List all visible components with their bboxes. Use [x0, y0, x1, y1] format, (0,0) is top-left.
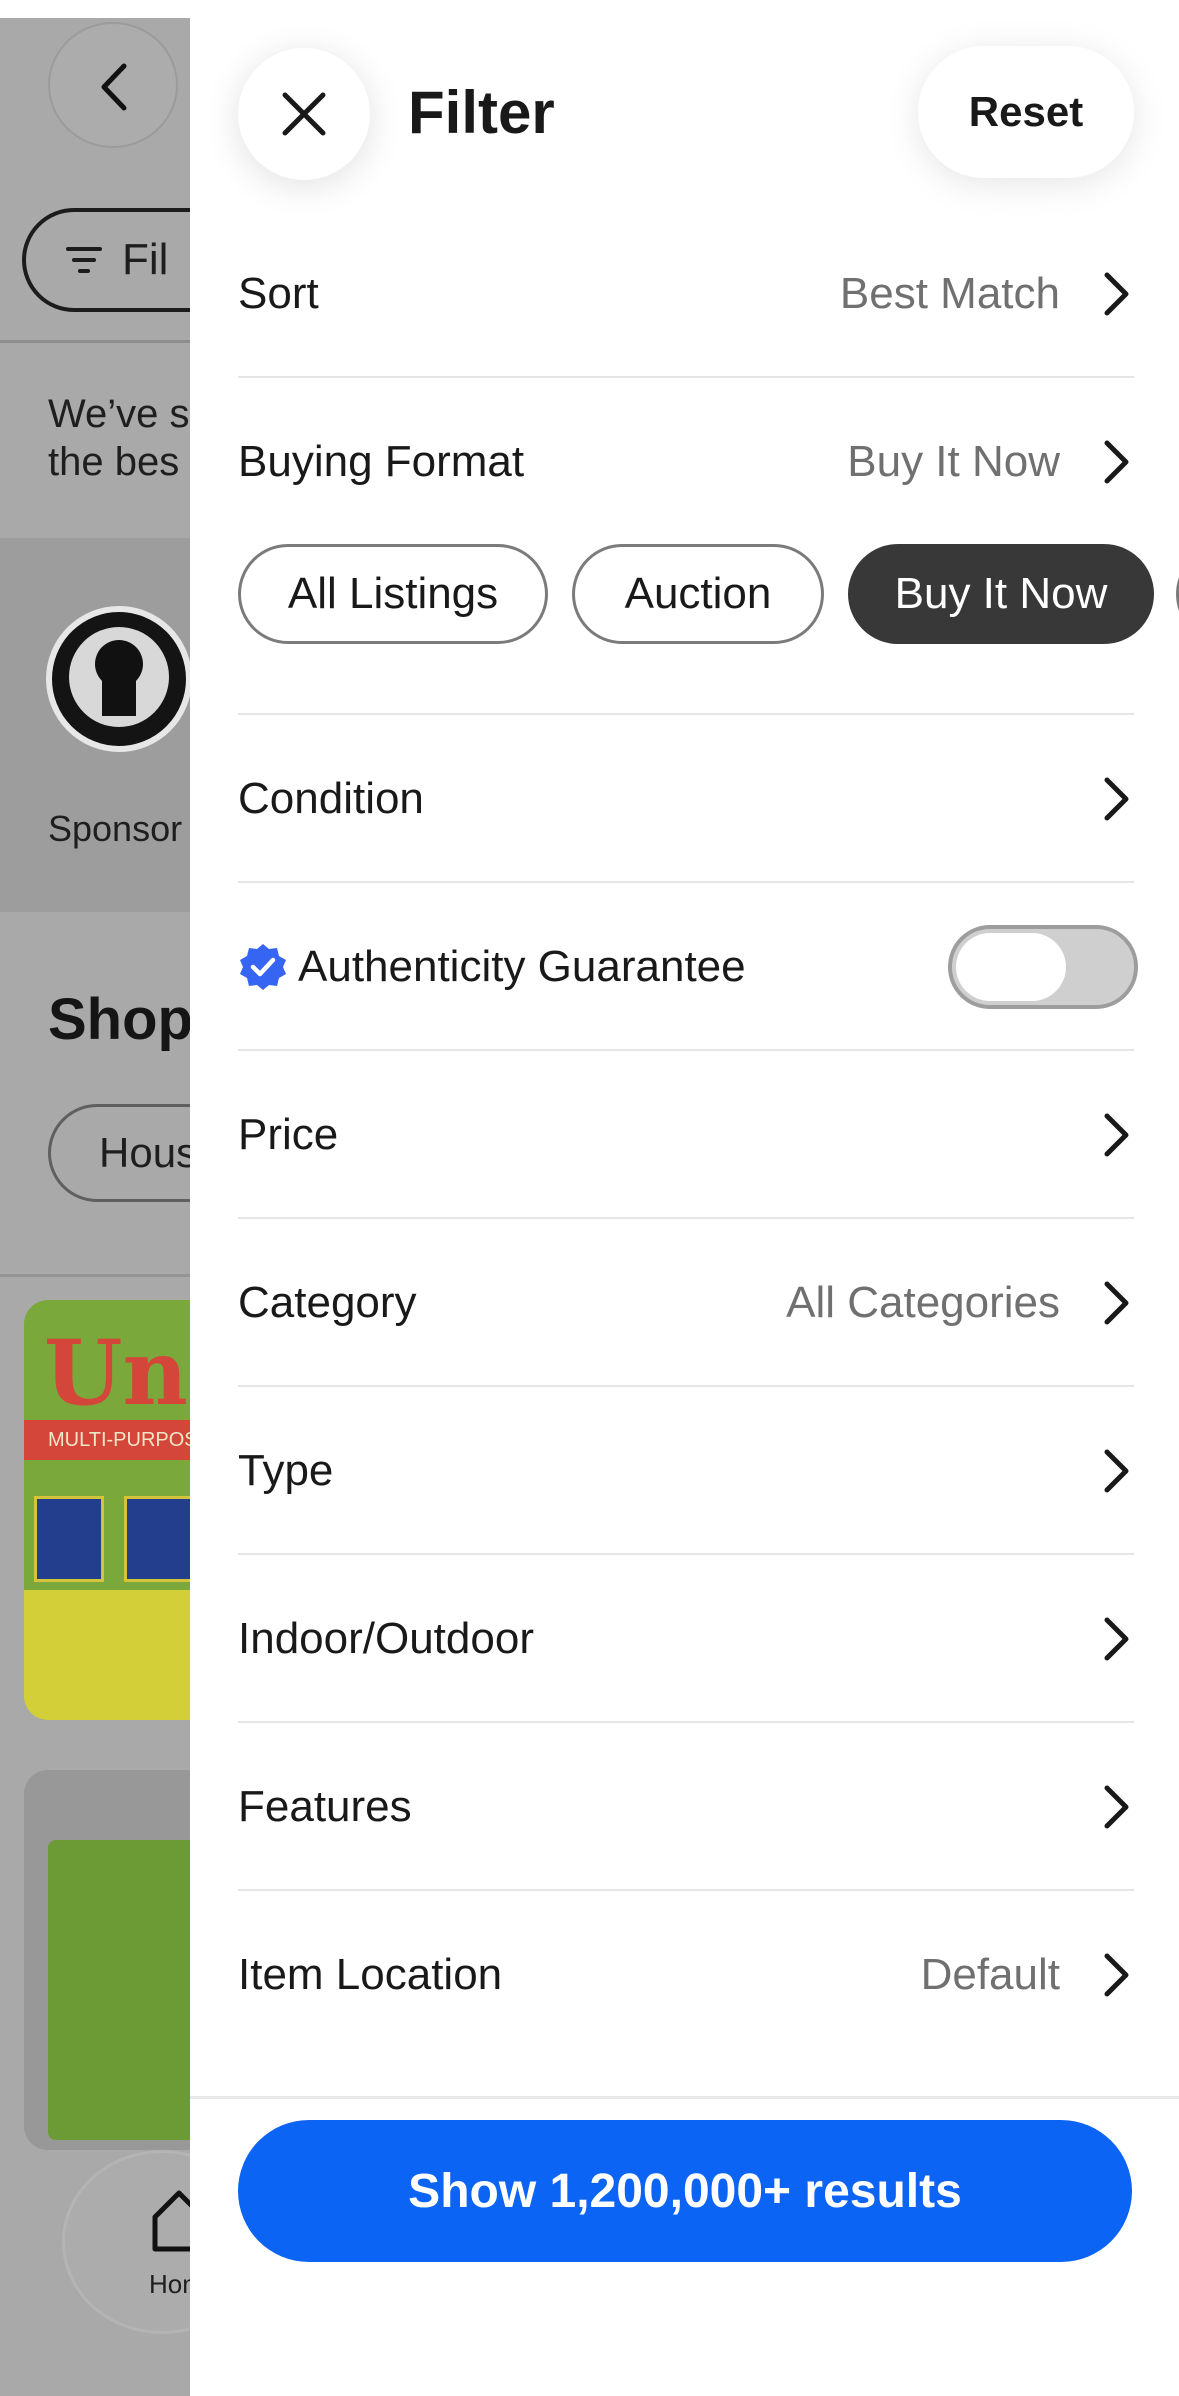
category-value: All Categories [786, 1278, 1060, 1327]
home-tab-label: Hon [149, 2269, 190, 2299]
lion-logo-icon [69, 627, 169, 727]
sort-row[interactable]: Sort Best Match [238, 210, 1134, 378]
authenticity-guarantee-row: Authenticity Guarantee [238, 883, 1138, 1051]
product-band-text: MULTI-PURPOSE [24, 1420, 190, 1460]
features-row[interactable]: Features [238, 1723, 1134, 1891]
house-chip[interactable]: Hous [48, 1104, 190, 1202]
notice-line-1: We’ve s [48, 392, 190, 436]
type-row[interactable]: Type [238, 1387, 1134, 1555]
authenticity-guarantee-label: Authenticity Guarantee [298, 942, 746, 991]
search-notice: We’ve s the bes [48, 390, 190, 486]
divider [0, 1274, 190, 1277]
back-button[interactable] [48, 22, 178, 148]
chevron-right-icon [1098, 776, 1134, 822]
shop-heading: Shop [48, 987, 190, 1052]
item-location-value: Default [920, 1950, 1060, 1999]
show-results-button[interactable]: Show 1,200,000+ results [238, 2120, 1132, 2262]
item-location-row[interactable]: Item Location Default [238, 1891, 1134, 2059]
filter-lines-icon [66, 247, 102, 273]
chip-all-listings[interactable]: All Listings [238, 544, 548, 644]
condition-row[interactable]: Condition [238, 715, 1134, 883]
buying-format-chips: All Listings Auction Buy It Now [238, 544, 1179, 644]
product-pack-graphic [34, 1496, 104, 1582]
sort-label: Sort [238, 269, 319, 318]
chip-buy-it-now[interactable]: Buy It Now [848, 544, 1154, 644]
price-row[interactable]: Price [238, 1051, 1134, 1219]
footer-divider [190, 2096, 1179, 2099]
filter-sheet: Filter Reset Sort Best Match Buying Form… [190, 0, 1179, 2396]
filters-chip-label: Fil [122, 235, 169, 284]
background-page: Fil We’ve s the bes Sponsor Shop Hous Un… [0, 0, 190, 2396]
features-label: Features [238, 1782, 412, 1831]
indoor-outdoor-label: Indoor/Outdoor [238, 1614, 534, 1663]
product-label-graphic [24, 1590, 190, 1720]
seller-logo[interactable] [46, 606, 190, 752]
sponsored-label: Sponsor [48, 808, 183, 849]
buying-format-value: Buy It Now [847, 437, 1060, 486]
product-pack-graphic [124, 1496, 190, 1582]
indoor-outdoor-row[interactable]: Indoor/Outdoor [238, 1555, 1134, 1723]
chevron-right-icon [1098, 1280, 1134, 1326]
product-brand-text: Uni [44, 1320, 190, 1426]
product-pack-graphic [48, 1840, 190, 2140]
verified-check-icon [240, 944, 286, 990]
filters-chip[interactable]: Fil [22, 208, 190, 312]
chevron-right-icon [1098, 1616, 1134, 1662]
category-row[interactable]: Category All Categories [238, 1219, 1134, 1387]
home-icon [152, 2190, 190, 2252]
chevron-right-icon [1098, 1952, 1134, 1998]
reset-button[interactable]: Reset [918, 46, 1134, 178]
sort-value: Best Match [839, 269, 1060, 318]
condition-label: Condition [238, 774, 424, 823]
authenticity-guarantee-toggle[interactable] [948, 925, 1138, 1009]
buying-format-label: Buying Format [238, 437, 525, 486]
buying-format-row[interactable]: Buying Format Buy It Now [238, 378, 1134, 546]
chevron-right-icon [1098, 271, 1134, 317]
type-label: Type [238, 1446, 334, 1495]
product-image[interactable]: Uni MULTI-PURPOSE [24, 1300, 190, 1720]
house-chip-label: Hous [99, 1129, 190, 1176]
notice-line-2: the bes [48, 440, 180, 484]
item-location-label: Item Location [238, 1950, 503, 1999]
close-button[interactable] [238, 48, 370, 180]
chevron-right-icon [1098, 1112, 1134, 1158]
chip-auction[interactable]: Auction [572, 544, 824, 644]
chevron-right-icon [1098, 1448, 1134, 1494]
divider [0, 340, 190, 343]
page-title: Filter [408, 79, 555, 146]
chevron-left-icon [101, 63, 127, 111]
status-bar-strip [0, 0, 190, 18]
category-label: Category [238, 1278, 417, 1327]
toggle-knob [956, 933, 1066, 1001]
close-icon [282, 92, 326, 136]
price-label: Price [238, 1110, 339, 1159]
chevron-right-icon [1098, 439, 1134, 485]
home-tab[interactable]: Hon [62, 2150, 190, 2334]
product-image[interactable] [24, 1770, 190, 2150]
chevron-right-icon [1098, 1784, 1134, 1830]
